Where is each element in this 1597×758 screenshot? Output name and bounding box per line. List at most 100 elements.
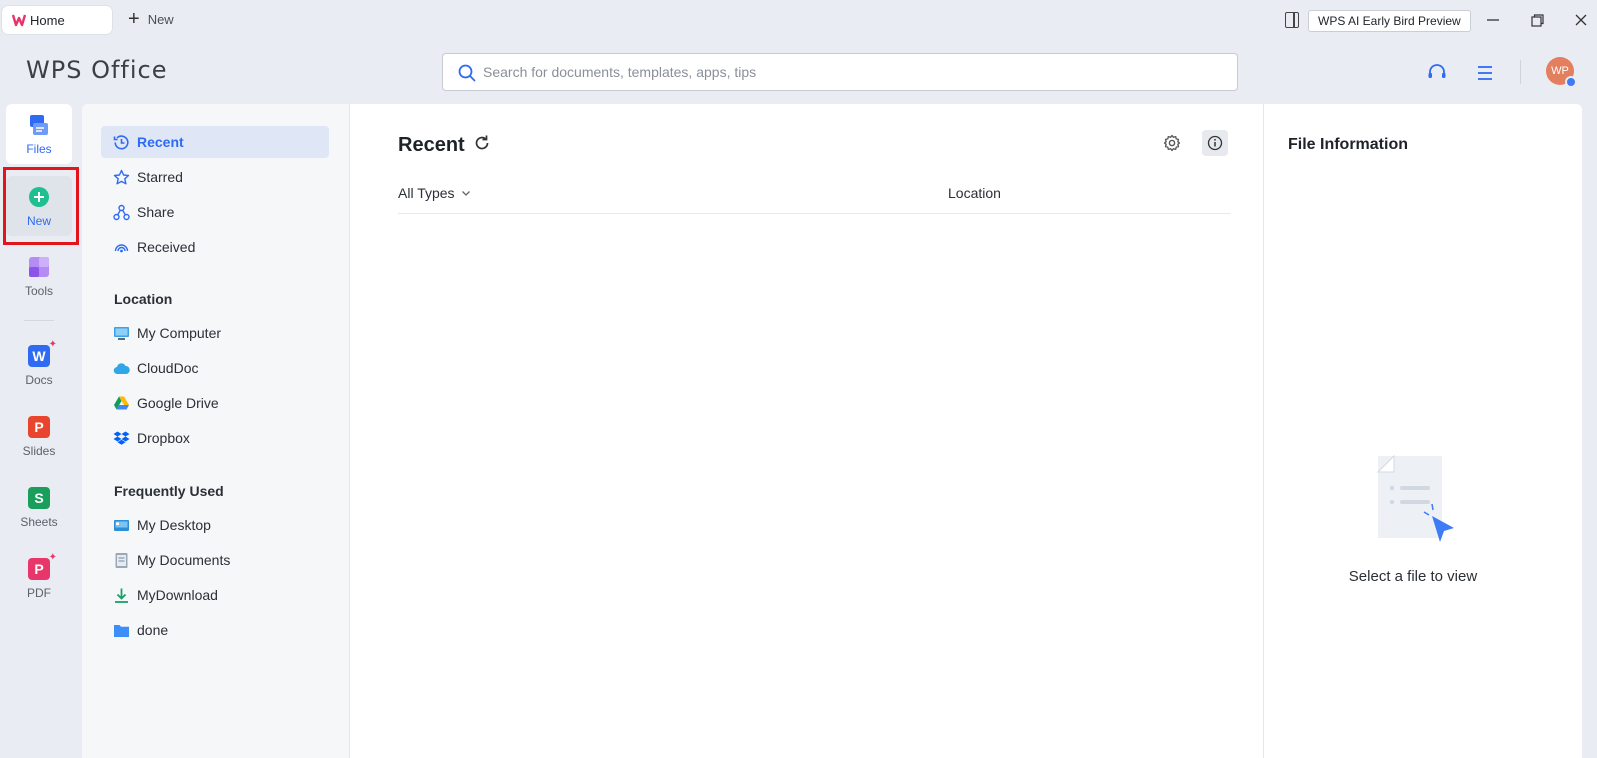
rail-label-docs: Docs [25,373,53,387]
folder-icon [114,625,129,637]
nav-heading-location: Location [114,291,173,307]
sparkle-icon: ✦ [48,339,57,350]
google-drive-icon [114,396,129,410]
page-title: Recent [398,134,465,156]
desktop-icon [114,520,129,531]
all-types-label: All Types [398,185,455,201]
star-icon [113,169,130,185]
rail-item-sheets[interactable]: S Sheets [6,477,72,537]
documents-icon [115,553,128,568]
info-icon [1207,135,1223,151]
rail-item-tools[interactable]: Tools [6,246,72,306]
tab-new-label: New [147,11,174,27]
nav-label-share: Share [137,204,175,220]
refresh-icon[interactable] [473,134,491,152]
nav-label-received: Received [137,239,196,255]
minimize-icon[interactable] [1478,8,1508,32]
nav-label-google-drive: Google Drive [137,395,219,411]
clock-icon [113,135,129,150]
nav-item-share[interactable]: Share [101,196,329,228]
nav-label-done: done [137,622,169,638]
nav-item-my-documents[interactable]: My Documents [101,544,329,576]
plus-icon: + [128,8,140,30]
rail-item-slides[interactable]: P Slides [6,406,72,466]
dropbox-icon [113,431,130,445]
file-information-title: File Information [1288,136,1408,153]
cloud-icon [113,363,130,375]
search-placeholder: Search for documents, templates, apps, t… [483,64,757,80]
header-divider [1520,60,1521,84]
pdf-glyph: P [28,558,50,580]
rail-divider [24,320,54,321]
all-types-filter[interactable]: All Types [398,185,471,201]
search-icon [458,64,476,82]
nav-label-starred: Starred [137,169,183,185]
received-icon [114,244,129,253]
slides-glyph: P [28,416,50,438]
info-toggle-button[interactable] [1202,130,1228,156]
nav-item-my-desktop[interactable]: My Desktop [101,509,329,541]
files-nav: Recent Starred Share Received Location M… [82,104,350,758]
rail-label-sheets: Sheets [20,515,58,529]
files-icon [30,115,48,135]
docs-glyph: W [28,345,50,367]
rail-item-files[interactable]: Files [6,104,72,164]
slides-icon: P [28,416,50,438]
wps-ai-preview-button[interactable]: WPS AI Early Bird Preview [1308,10,1471,32]
sparkle-icon: ✦ [48,552,57,563]
nav-item-done[interactable]: done [101,614,329,646]
column-divider [398,213,1231,214]
nav-label-dropbox: Dropbox [137,430,190,446]
restore-icon[interactable] [1522,8,1552,32]
location-column-header[interactable]: Location [948,185,1001,201]
nav-item-received[interactable]: Received [101,231,329,263]
nav-item-clouddoc[interactable]: CloudDoc [101,352,329,384]
headset-icon[interactable] [1426,62,1448,84]
nav-label-my-computer: My Computer [137,325,222,341]
rail-item-docs[interactable]: W ✦ Docs [6,335,72,395]
nav-item-mydownload[interactable]: MyDownload [101,579,329,611]
tab-new-button[interactable]: + New [128,8,174,30]
tab-home[interactable]: Home [2,6,112,34]
title-bar: Home + New WPS AI Early Bird Preview [0,0,1597,40]
brand-logo: WPS Office [26,56,168,84]
nav-item-my-computer[interactable]: My Computer [101,317,329,349]
monitor-icon [114,327,129,340]
rail-label-files: Files [26,142,52,156]
nav-label-my-documents: My Documents [137,552,231,568]
avatar[interactable]: WP [1546,57,1577,88]
download-icon [115,588,128,603]
tools-icon [29,257,49,277]
content-area: Recent Starred Share Received Location M… [82,104,1582,758]
menu-icon[interactable] [1474,62,1496,84]
empty-state-text: Select a file to view [1348,568,1478,585]
rail-item-pdf[interactable]: P ✦ PDF [6,548,72,608]
close-icon[interactable] [1566,8,1596,32]
wps-logo-icon [12,14,26,27]
nav-label-clouddoc: CloudDoc [137,360,199,376]
rail-label-slides: Slides [22,444,56,458]
sheets-glyph: S [28,487,50,509]
avatar-badge [1565,76,1577,88]
rail-label-tools: Tools [24,284,53,298]
panel-toggle-icon[interactable] [1285,12,1299,28]
avatar-initials: WP [1551,65,1569,77]
chevron-down-icon [461,191,470,196]
tab-home-label: Home [30,12,65,28]
rail-label-pdf: PDF [27,586,51,600]
nav-item-starred[interactable]: Starred [101,161,329,193]
nav-item-dropbox[interactable]: Dropbox [101,422,329,454]
sheets-icon: S [28,487,50,509]
pdf-icon: P ✦ [28,552,57,580]
highlight-box [3,167,79,245]
empty-file-illustration-icon [1376,454,1454,542]
docs-icon: W ✦ [28,339,57,367]
search-input[interactable]: Search for documents, templates, apps, t… [442,53,1238,91]
nav-label-my-desktop: My Desktop [137,517,211,533]
nav-heading-frequently-used: Frequently Used [114,483,224,499]
nav-label-recent: Recent [137,134,184,150]
nav-item-google-drive[interactable]: Google Drive [101,387,329,419]
recent-files-pane: Recent All Types Location [351,104,1264,758]
gear-icon[interactable] [1163,134,1181,152]
nav-item-recent[interactable]: Recent [101,126,329,158]
